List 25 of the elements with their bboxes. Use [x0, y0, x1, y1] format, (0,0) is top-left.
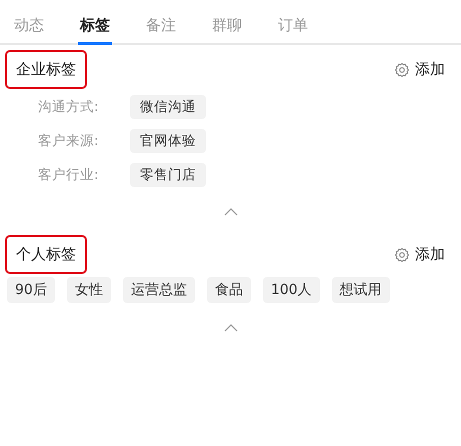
section-title: 个人标签	[5, 235, 87, 274]
tag: 食品	[206, 277, 251, 303]
add-button[interactable]: 添加	[394, 245, 445, 264]
tab[interactable]: 动态	[12, 0, 46, 45]
field-label: 客户行业:	[38, 166, 100, 184]
tab[interactable]: 订单	[276, 0, 310, 45]
tag: 90后	[7, 277, 55, 303]
tag: 微信沟通	[130, 95, 206, 119]
field-label: 客户来源:	[38, 132, 100, 150]
settings-icon	[394, 62, 410, 78]
field-label: 沟通方式:	[38, 98, 100, 116]
tab[interactable]: 群聊	[210, 0, 244, 45]
tag: 运营总监	[122, 277, 195, 303]
section-title: 企业标签	[5, 50, 87, 89]
tab[interactable]: 备注	[144, 0, 178, 45]
collapse-icon[interactable]	[224, 207, 238, 216]
tag: 女性	[66, 277, 111, 303]
tag: 100人	[262, 277, 320, 303]
add-button[interactable]: 添加	[394, 60, 445, 79]
tag: 想试用	[332, 277, 390, 303]
tag: 零售门店	[130, 163, 206, 187]
tag: 官网体验	[130, 129, 206, 153]
tab[interactable]: 标签	[78, 0, 112, 45]
collapse-icon[interactable]	[224, 323, 238, 332]
settings-icon	[394, 246, 410, 262]
